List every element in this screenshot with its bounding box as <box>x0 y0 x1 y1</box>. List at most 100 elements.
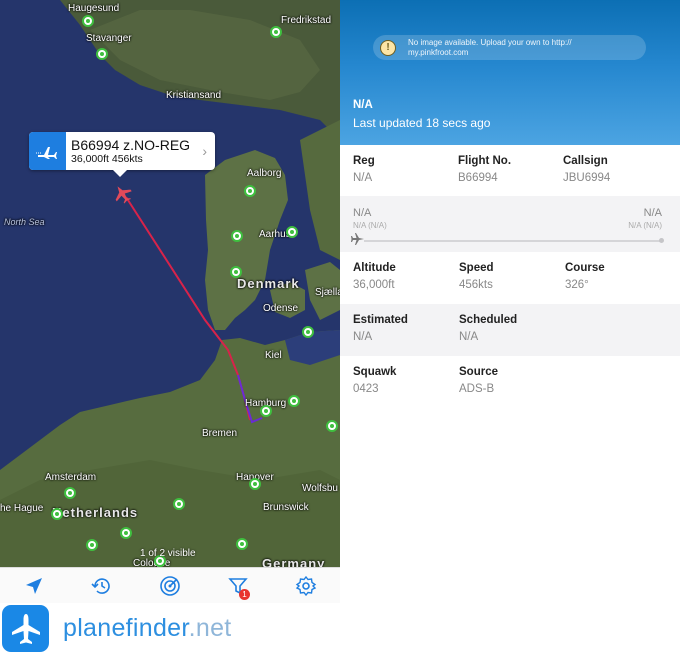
gear-icon <box>295 575 317 596</box>
airplane-icon <box>29 132 66 170</box>
source-cell: Source ADS-B <box>459 366 498 395</box>
speed-cell: Speed 456kts <box>459 262 494 291</box>
flight-callout[interactable]: B66994 z.NO-REG 36,000ft 456kts › <box>29 132 215 177</box>
airport-marker[interactable] <box>288 395 300 407</box>
place-label: Brunswick <box>263 502 309 513</box>
airport-marker[interactable] <box>231 230 243 242</box>
chevron-right-icon: › <box>202 143 207 159</box>
info-row-times: Estimated N/A Scheduled N/A <box>340 304 680 356</box>
tab-location[interactable] <box>20 572 48 600</box>
radar-icon <box>160 575 180 596</box>
aircraft-image-header: ! No image available. Upload your own to… <box>340 0 680 145</box>
tab-bar: 1 <box>0 567 340 603</box>
place-label: Aalborg <box>247 168 282 179</box>
tab-radar[interactable] <box>156 572 184 600</box>
place-label: Stavanger <box>86 33 132 44</box>
planefinder-logo <box>2 605 49 652</box>
place-label: Kiel <box>265 350 282 361</box>
airport-marker[interactable] <box>51 508 63 520</box>
route-end-dot <box>659 238 664 243</box>
last-updated: Last updated 18 secs ago <box>353 116 491 130</box>
origin-airport: N/A <box>353 207 372 219</box>
place-label: Fredrikstad <box>281 15 332 26</box>
estimated-label: Estimated <box>353 314 408 326</box>
filter-badge: 1 <box>239 588 250 600</box>
place-label: Haugesund <box>68 3 120 14</box>
destination-airport: N/A <box>643 207 662 219</box>
flight-number-value: B66994 <box>458 172 498 184</box>
visible-count: 1 of 2 visible <box>140 548 196 559</box>
source-label: Source <box>459 366 498 378</box>
sea-label: North Sea <box>4 217 45 227</box>
flight-detail-panel: ! No image available. Upload your own to… <box>340 0 680 653</box>
brand-footer: planefinder.net <box>0 603 340 653</box>
airport-marker[interactable] <box>236 538 248 550</box>
location-arrow-icon <box>26 577 42 594</box>
country-label: Netherlands <box>52 505 139 520</box>
tab-history[interactable] <box>88 572 116 600</box>
place-label: Wolfsbu <box>302 483 338 494</box>
place-label: he Hague <box>0 503 44 514</box>
destination-airport-code: N/A (N/A) <box>628 221 662 230</box>
place-label: Odense <box>263 303 299 314</box>
airport-marker[interactable] <box>64 487 76 499</box>
scheduled-cell: Scheduled N/A <box>459 314 517 343</box>
aircraft-icon <box>115 186 132 204</box>
map-view[interactable]: Haugesund Stavanger Kristiansand Fredrik… <box>0 0 340 567</box>
callsign-label: Callsign <box>563 155 608 167</box>
squawk-label: Squawk <box>353 366 397 378</box>
airport-marker[interactable] <box>86 539 98 551</box>
country-label: Germany <box>262 556 326 567</box>
flight-number-cell: Flight No. B66994 <box>458 155 511 184</box>
squawk-value: 0423 <box>353 383 379 395</box>
brand-name-main: planefinder <box>63 614 189 642</box>
tab-filter[interactable]: 1 <box>224 572 252 600</box>
source-value: ADS-B <box>459 383 495 395</box>
scheduled-label: Scheduled <box>459 314 518 326</box>
place-label: Amsterdam <box>45 472 97 483</box>
country-label: Denmark <box>237 276 300 291</box>
airport-marker[interactable] <box>96 48 108 60</box>
reg-label: Reg <box>353 155 375 167</box>
callout-flight-title: B66994 z.NO-REG <box>71 137 191 153</box>
squawk-cell: Squawk 0423 <box>353 366 396 395</box>
callout-flight-subtitle: 36,000ft 456kts <box>71 153 143 165</box>
scheduled-value: N/A <box>459 331 479 343</box>
altitude-value: 36,000ft <box>353 279 395 291</box>
no-image-message: No image available. Upload your own to h… <box>408 37 572 57</box>
no-image-notice[interactable]: ! No image available. Upload your own to… <box>373 35 646 60</box>
callsign-cell: Callsign JBU6994 <box>563 155 610 184</box>
airport-marker[interactable] <box>260 405 272 417</box>
estimated-cell: Estimated N/A <box>353 314 408 343</box>
airport-marker[interactable] <box>173 498 185 510</box>
route-bar: N/A N/A (N/A) N/A N/A (N/A) <box>340 196 680 252</box>
airport-marker[interactable] <box>230 266 242 278</box>
airport-marker[interactable] <box>326 420 338 432</box>
airport-marker[interactable] <box>270 26 282 38</box>
brand-name: planefinder.net <box>63 614 232 643</box>
altitude-label: Altitude <box>353 262 396 274</box>
airport-marker[interactable] <box>302 326 314 338</box>
altitude-cell: Altitude 36,000ft <box>353 262 396 291</box>
course-value: 326° <box>565 279 589 291</box>
place-label: Bremen <box>202 428 238 439</box>
estimated-value: N/A <box>353 331 373 343</box>
reg-value: N/A <box>353 172 373 184</box>
airport-marker[interactable] <box>82 15 94 27</box>
tab-settings[interactable] <box>292 572 320 600</box>
airport-marker[interactable] <box>244 185 256 197</box>
course-cell: Course 326° <box>565 262 605 291</box>
airplane-icon <box>351 233 364 245</box>
origin-airport-code: N/A (N/A) <box>353 221 387 230</box>
warning-icon: ! <box>380 39 396 56</box>
aircraft-registration: N/A <box>353 99 373 111</box>
place-label: Kristiansand <box>166 90 222 101</box>
airport-marker[interactable] <box>120 527 132 539</box>
airport-marker[interactable] <box>249 478 261 490</box>
airport-marker[interactable] <box>286 226 298 238</box>
info-row-transponder: Squawk 0423 Source ADS-B <box>340 366 680 410</box>
flight-number-label: Flight No. <box>458 155 512 167</box>
speed-label: Speed <box>459 262 494 274</box>
route-progress-track <box>364 240 662 242</box>
brand-name-tld: .net <box>188 614 232 642</box>
